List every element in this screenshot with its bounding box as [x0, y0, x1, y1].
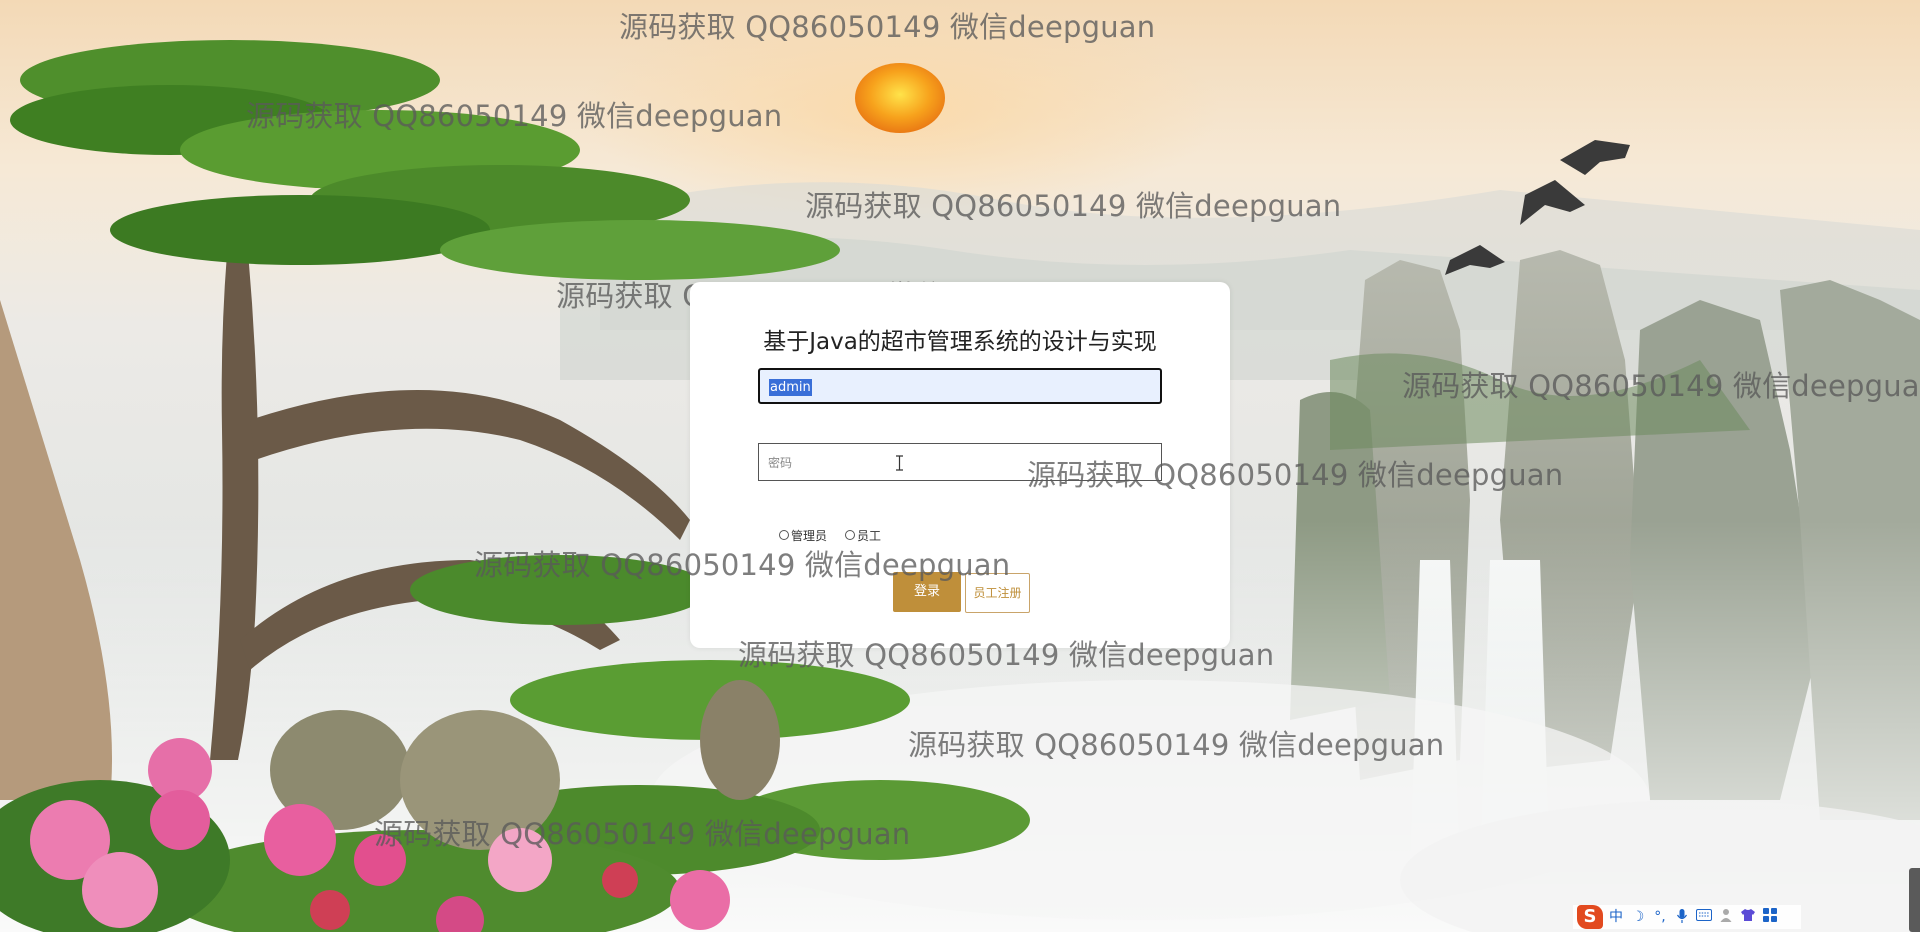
role-selector: 管理员 员工: [779, 527, 899, 543]
ime-mode-toggle[interactable]: 中: [1607, 908, 1625, 926]
password-placeholder: 密码: [768, 456, 793, 470]
keyboard-icon[interactable]: [1695, 908, 1713, 926]
register-button[interactable]: 员工注册: [965, 573, 1030, 613]
sogou-logo-icon[interactable]: S: [1577, 905, 1603, 929]
login-card: 基于Java的超市管理系统的设计与实现 admin 密码 管理员 员工 登录 员…: [690, 282, 1230, 648]
login-button[interactable]: 登录: [893, 572, 961, 612]
moon-icon[interactable]: ☽: [1629, 908, 1647, 926]
password-input[interactable]: 密码: [758, 443, 1162, 481]
grid-icon[interactable]: [1761, 908, 1779, 926]
role-label-admin: 管理员: [791, 528, 828, 543]
page-title: 基于Java的超市管理系统的设计与实现: [763, 329, 1157, 355]
radio-icon[interactable]: [845, 530, 856, 540]
role-label-staff: 员工: [857, 528, 882, 543]
username-value: admin: [769, 379, 812, 396]
scrollbar-handle[interactable]: [1909, 868, 1920, 932]
microphone-icon[interactable]: [1673, 908, 1691, 926]
ime-toolbar: S 中 ☽ °,: [1573, 905, 1801, 929]
role-radio-staff[interactable]: 员工: [845, 527, 881, 544]
role-radio-admin[interactable]: 管理员: [779, 527, 827, 544]
user-icon[interactable]: [1717, 908, 1735, 926]
shirt-icon[interactable]: [1739, 908, 1757, 926]
login-page-background: 源码获取 QQ86050149 微信deepguan 源码获取 QQ860501…: [0, 0, 1920, 932]
sun-icon: [855, 63, 945, 133]
text-cursor-icon: [896, 455, 903, 471]
username-input[interactable]: admin: [758, 368, 1162, 404]
radio-icon[interactable]: [779, 530, 789, 540]
punctuation-icon[interactable]: °,: [1651, 908, 1669, 926]
